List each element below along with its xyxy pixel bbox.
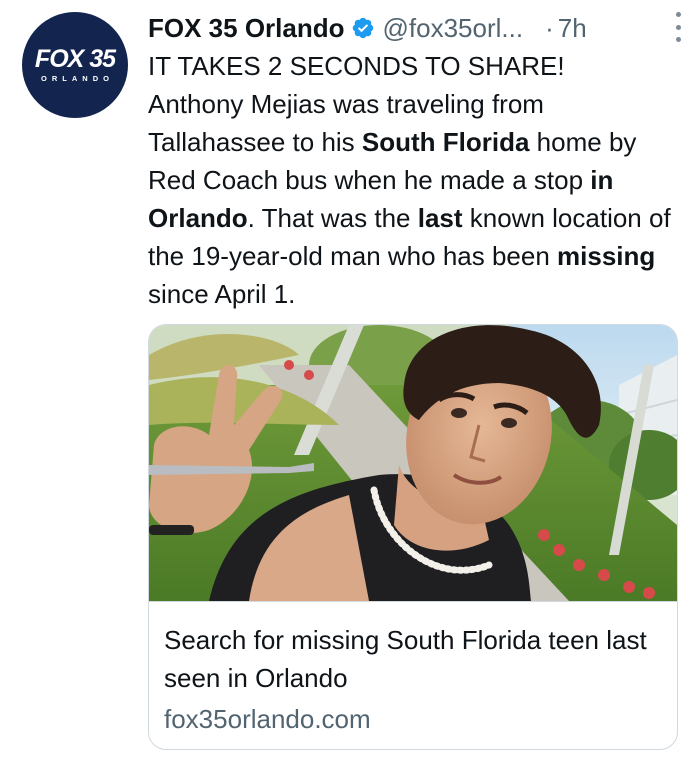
- card-domain[interactable]: fox35orlando.com: [164, 701, 371, 737]
- dot-icon: [675, 37, 681, 42]
- dot-icon: [675, 24, 681, 30]
- avatar-subtext: ORLANDO: [41, 74, 114, 83]
- timestamp[interactable]: 7h: [558, 13, 587, 44]
- avatar-logo: FOX 35: [34, 45, 116, 73]
- bold-text: last: [417, 203, 463, 233]
- tweet-body: Anthony Mejias was traveling from Tallah…: [148, 85, 683, 313]
- user-handle[interactable]: @fox35orl...: [383, 13, 524, 44]
- card-divider: [149, 601, 677, 602]
- link-preview-card[interactable]: Search for missing South Florida teen la…: [148, 324, 678, 750]
- verified-badge-icon: [351, 16, 375, 40]
- tweet[interactable]: FOX 35 ORLANDO FOX 35 Orlando @fox35orl.…: [0, 0, 700, 764]
- more-vertical-icon[interactable]: [668, 12, 688, 42]
- text-segment: since April 1.: [148, 279, 296, 309]
- text-segment: . That was the: [247, 203, 418, 233]
- bold-text: missing: [557, 241, 656, 271]
- tweet-line-1: IT TAKES 2 SECONDS TO SHARE!: [148, 51, 565, 81]
- dot-icon: [675, 12, 681, 17]
- card-title[interactable]: Search for missing South Florida teen la…: [164, 621, 664, 697]
- bold-text: South Florida: [361, 127, 530, 157]
- card-image[interactable]: [149, 325, 677, 601]
- avatar[interactable]: FOX 35 ORLANDO: [22, 12, 128, 118]
- tweet-header: FOX 35 Orlando @fox35orl... · 7h: [148, 8, 680, 48]
- tweet-text: IT TAKES 2 SECONDS TO SHARE! Anthony Mej…: [148, 47, 683, 313]
- separator-dot: ·: [545, 12, 554, 43]
- display-name[interactable]: FOX 35 Orlando: [148, 13, 345, 44]
